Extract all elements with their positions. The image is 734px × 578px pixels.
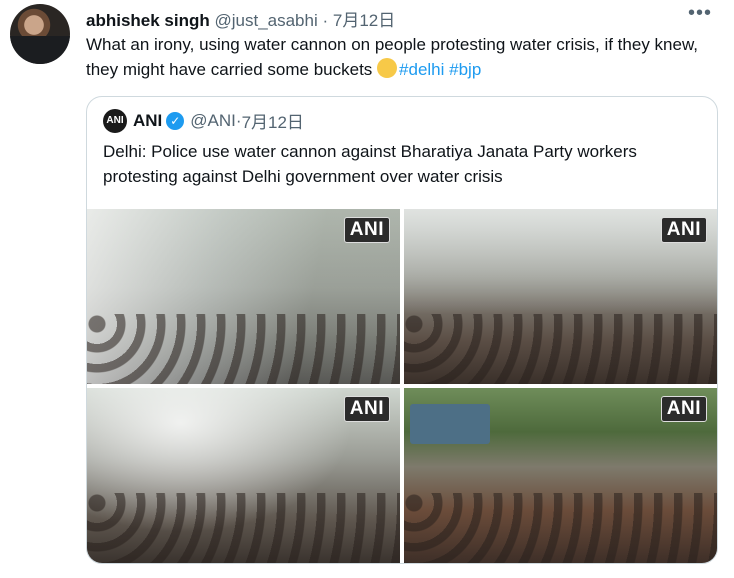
crowd-image: [87, 493, 400, 563]
quoted-tweet-header: ANI ANI ✓ @ANI · 7月12日: [103, 108, 304, 133]
ani-watermark: ANI: [660, 396, 707, 422]
water-cannon-truck-image: [410, 404, 490, 444]
photo-4[interactable]: ANI: [404, 388, 717, 563]
tweet-text: What an irony, using water cannon on peo…: [86, 32, 716, 82]
quoted-date[interactable]: 7月12日: [242, 108, 304, 133]
crowd-image: [87, 314, 400, 384]
more-horizontal-icon[interactable]: •••: [688, 2, 712, 25]
ani-avatar[interactable]: ANI: [103, 108, 127, 133]
hashtag-delhi[interactable]: #delhi: [399, 60, 444, 79]
separator: ·: [322, 11, 329, 30]
verified-badge-icon: ✓: [166, 111, 185, 130]
display-name[interactable]: abhishek singh: [86, 11, 210, 30]
quoted-display-name[interactable]: ANI: [133, 111, 162, 131]
ani-watermark: ANI: [343, 396, 390, 422]
photo-2[interactable]: ANI: [404, 209, 717, 384]
thinking-face-icon: [377, 58, 398, 78]
quoted-handle[interactable]: @ANI: [190, 111, 236, 131]
quoted-tweet-text: Delhi: Police use water cannon against B…: [103, 142, 637, 186]
hashtag-bjp[interactable]: #bjp: [449, 60, 481, 79]
quoted-tweet[interactable]: ANI ANI ✓ @ANI · 7月12日 Delhi: Police use…: [86, 96, 718, 564]
tweet-date[interactable]: 7月12日: [333, 11, 395, 30]
tweet-header: abhishek singh @just_asabhi · 7月12日: [86, 6, 395, 31]
tweet[interactable]: abhishek singh @just_asabhi · 7月12日 ••• …: [0, 0, 734, 578]
ani-watermark: ANI: [343, 217, 390, 243]
photo-1[interactable]: ANI: [87, 209, 400, 384]
avatar[interactable]: [10, 4, 70, 64]
user-handle[interactable]: @just_asabhi: [214, 11, 317, 30]
crowd-image: [404, 493, 717, 563]
crowd-image: [404, 314, 717, 384]
photo-grid: ANI ANI ANI ANI: [87, 209, 717, 563]
photo-3[interactable]: ANI: [87, 388, 400, 563]
ani-watermark: ANI: [660, 217, 707, 243]
